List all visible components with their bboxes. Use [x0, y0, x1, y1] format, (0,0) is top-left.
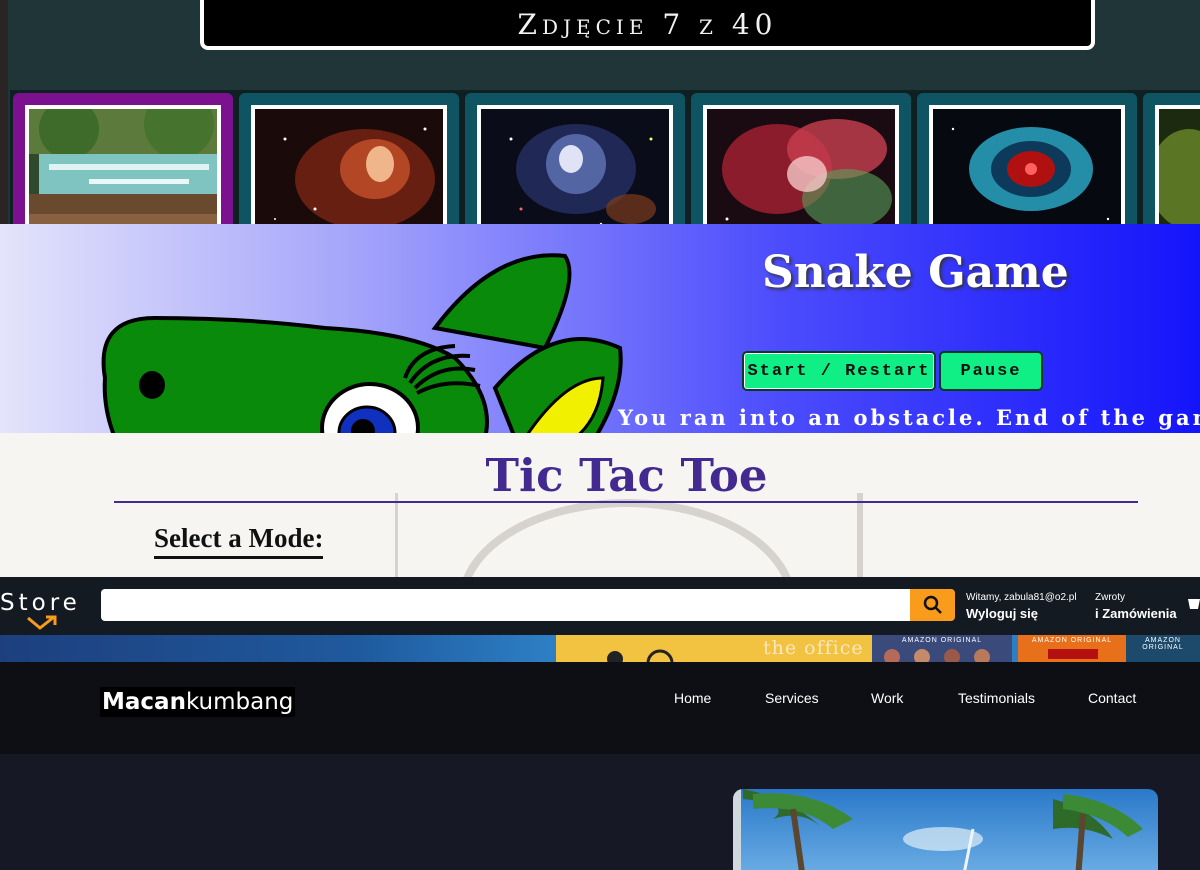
- store-header: Store Witamy, zabula81@o2.pl Wyloguj się…: [0, 577, 1200, 635]
- gallery-caption-box: Zdjęcie 7 z 40: [200, 0, 1095, 50]
- nav-work[interactable]: Work: [871, 690, 903, 706]
- start-restart-button[interactable]: Start / Restart: [742, 351, 936, 391]
- promo-tile-2[interactable]: AMAZON ORIGINAL: [1018, 635, 1126, 662]
- thumbnail-helix-nebula[interactable]: [917, 93, 1137, 224]
- nav-services[interactable]: Services: [765, 690, 819, 706]
- thumbnail-green-partial[interactable]: [1143, 93, 1200, 224]
- site-brand-logo[interactable]: Macankumbang: [100, 687, 296, 717]
- pink-nebula-image: [707, 109, 895, 224]
- store-logo[interactable]: Store: [0, 590, 81, 616]
- snake-mascot-illustration: [101, 253, 623, 433]
- red-nebula-image: [255, 109, 443, 224]
- tic-tac-toe-panel: Tic Tac Toe Select a Mode:: [0, 433, 1200, 577]
- star-cluster-image: [481, 109, 669, 224]
- snake-game-title: Snake Game: [762, 247, 1069, 298]
- brand-bold-text: Macan: [102, 689, 186, 715]
- brand-light-text: kumbang: [185, 689, 294, 715]
- palm-beach-image: [733, 789, 1158, 870]
- portfolio-site: Macankumbang Home Services Work Testimon…: [0, 662, 1200, 870]
- nav-home[interactable]: Home: [674, 690, 711, 706]
- search-button[interactable]: [910, 589, 955, 621]
- thumbnail-star-cluster[interactable]: [465, 93, 685, 224]
- thumbnail-waterfall[interactable]: [13, 93, 233, 224]
- thumbnail-red-nebula[interactable]: [239, 93, 459, 224]
- promo-tile-1[interactable]: AMAZON ORIGINAL: [872, 635, 1012, 662]
- game-over-message: You ran into an obstacle. End of the gam…: [618, 405, 1200, 430]
- returns-label[interactable]: Zwroty: [1095, 592, 1125, 603]
- cart-icon[interactable]: [1188, 595, 1200, 615]
- orders-link[interactable]: i Zamówienia: [1095, 606, 1177, 621]
- select-mode-label: Select a Mode:: [154, 523, 324, 559]
- helix-nebula-image: [933, 109, 1121, 224]
- store-logo-arrow-icon: [27, 615, 57, 630]
- promo-tile-3[interactable]: AMAZON ORIGINAL: [1126, 635, 1200, 662]
- green-partial-image: [1159, 109, 1200, 224]
- logout-link[interactable]: Wyloguj się: [966, 606, 1038, 621]
- office-promo-title: the office: [763, 637, 864, 659]
- title-divider: [114, 501, 1138, 503]
- promo-tile-label: AMAZON ORIGINAL: [1142, 637, 1184, 651]
- office-promo-graphic: [607, 649, 674, 662]
- thumbnail-pink-nebula[interactable]: [691, 93, 911, 224]
- image-gallery: Zdjęcie 7 z 40: [0, 0, 1200, 224]
- snake-game-panel: Snake Game Start / Restart Pause You ran…: [0, 224, 1200, 433]
- site-navbar: Macankumbang Home Services Work Testimon…: [0, 662, 1200, 754]
- tic-tac-toe-title: Tic Tac Toe: [485, 449, 768, 502]
- promo-banner[interactable]: the office AMAZON ORIGINAL AMAZON ORIGIN…: [0, 635, 1200, 662]
- gallery-caption: Zdjęcie 7 z 40: [517, 7, 778, 41]
- search-icon: [923, 595, 942, 614]
- promo-tile-art: [1048, 649, 1098, 659]
- hero-image: [733, 789, 1158, 870]
- nav-testimonials[interactable]: Testimonials: [958, 690, 1035, 706]
- promo-tile-art: [884, 649, 990, 662]
- nav-contact[interactable]: Contact: [1088, 690, 1136, 706]
- pause-button[interactable]: Pause: [939, 351, 1043, 391]
- store-search-input[interactable]: [101, 589, 911, 621]
- account-greeting[interactable]: Witamy, zabula81@o2.pl: [966, 592, 1077, 603]
- background-watermark: [395, 493, 863, 577]
- gallery-left-edge: [0, 0, 8, 224]
- waterfall-image: [29, 109, 217, 224]
